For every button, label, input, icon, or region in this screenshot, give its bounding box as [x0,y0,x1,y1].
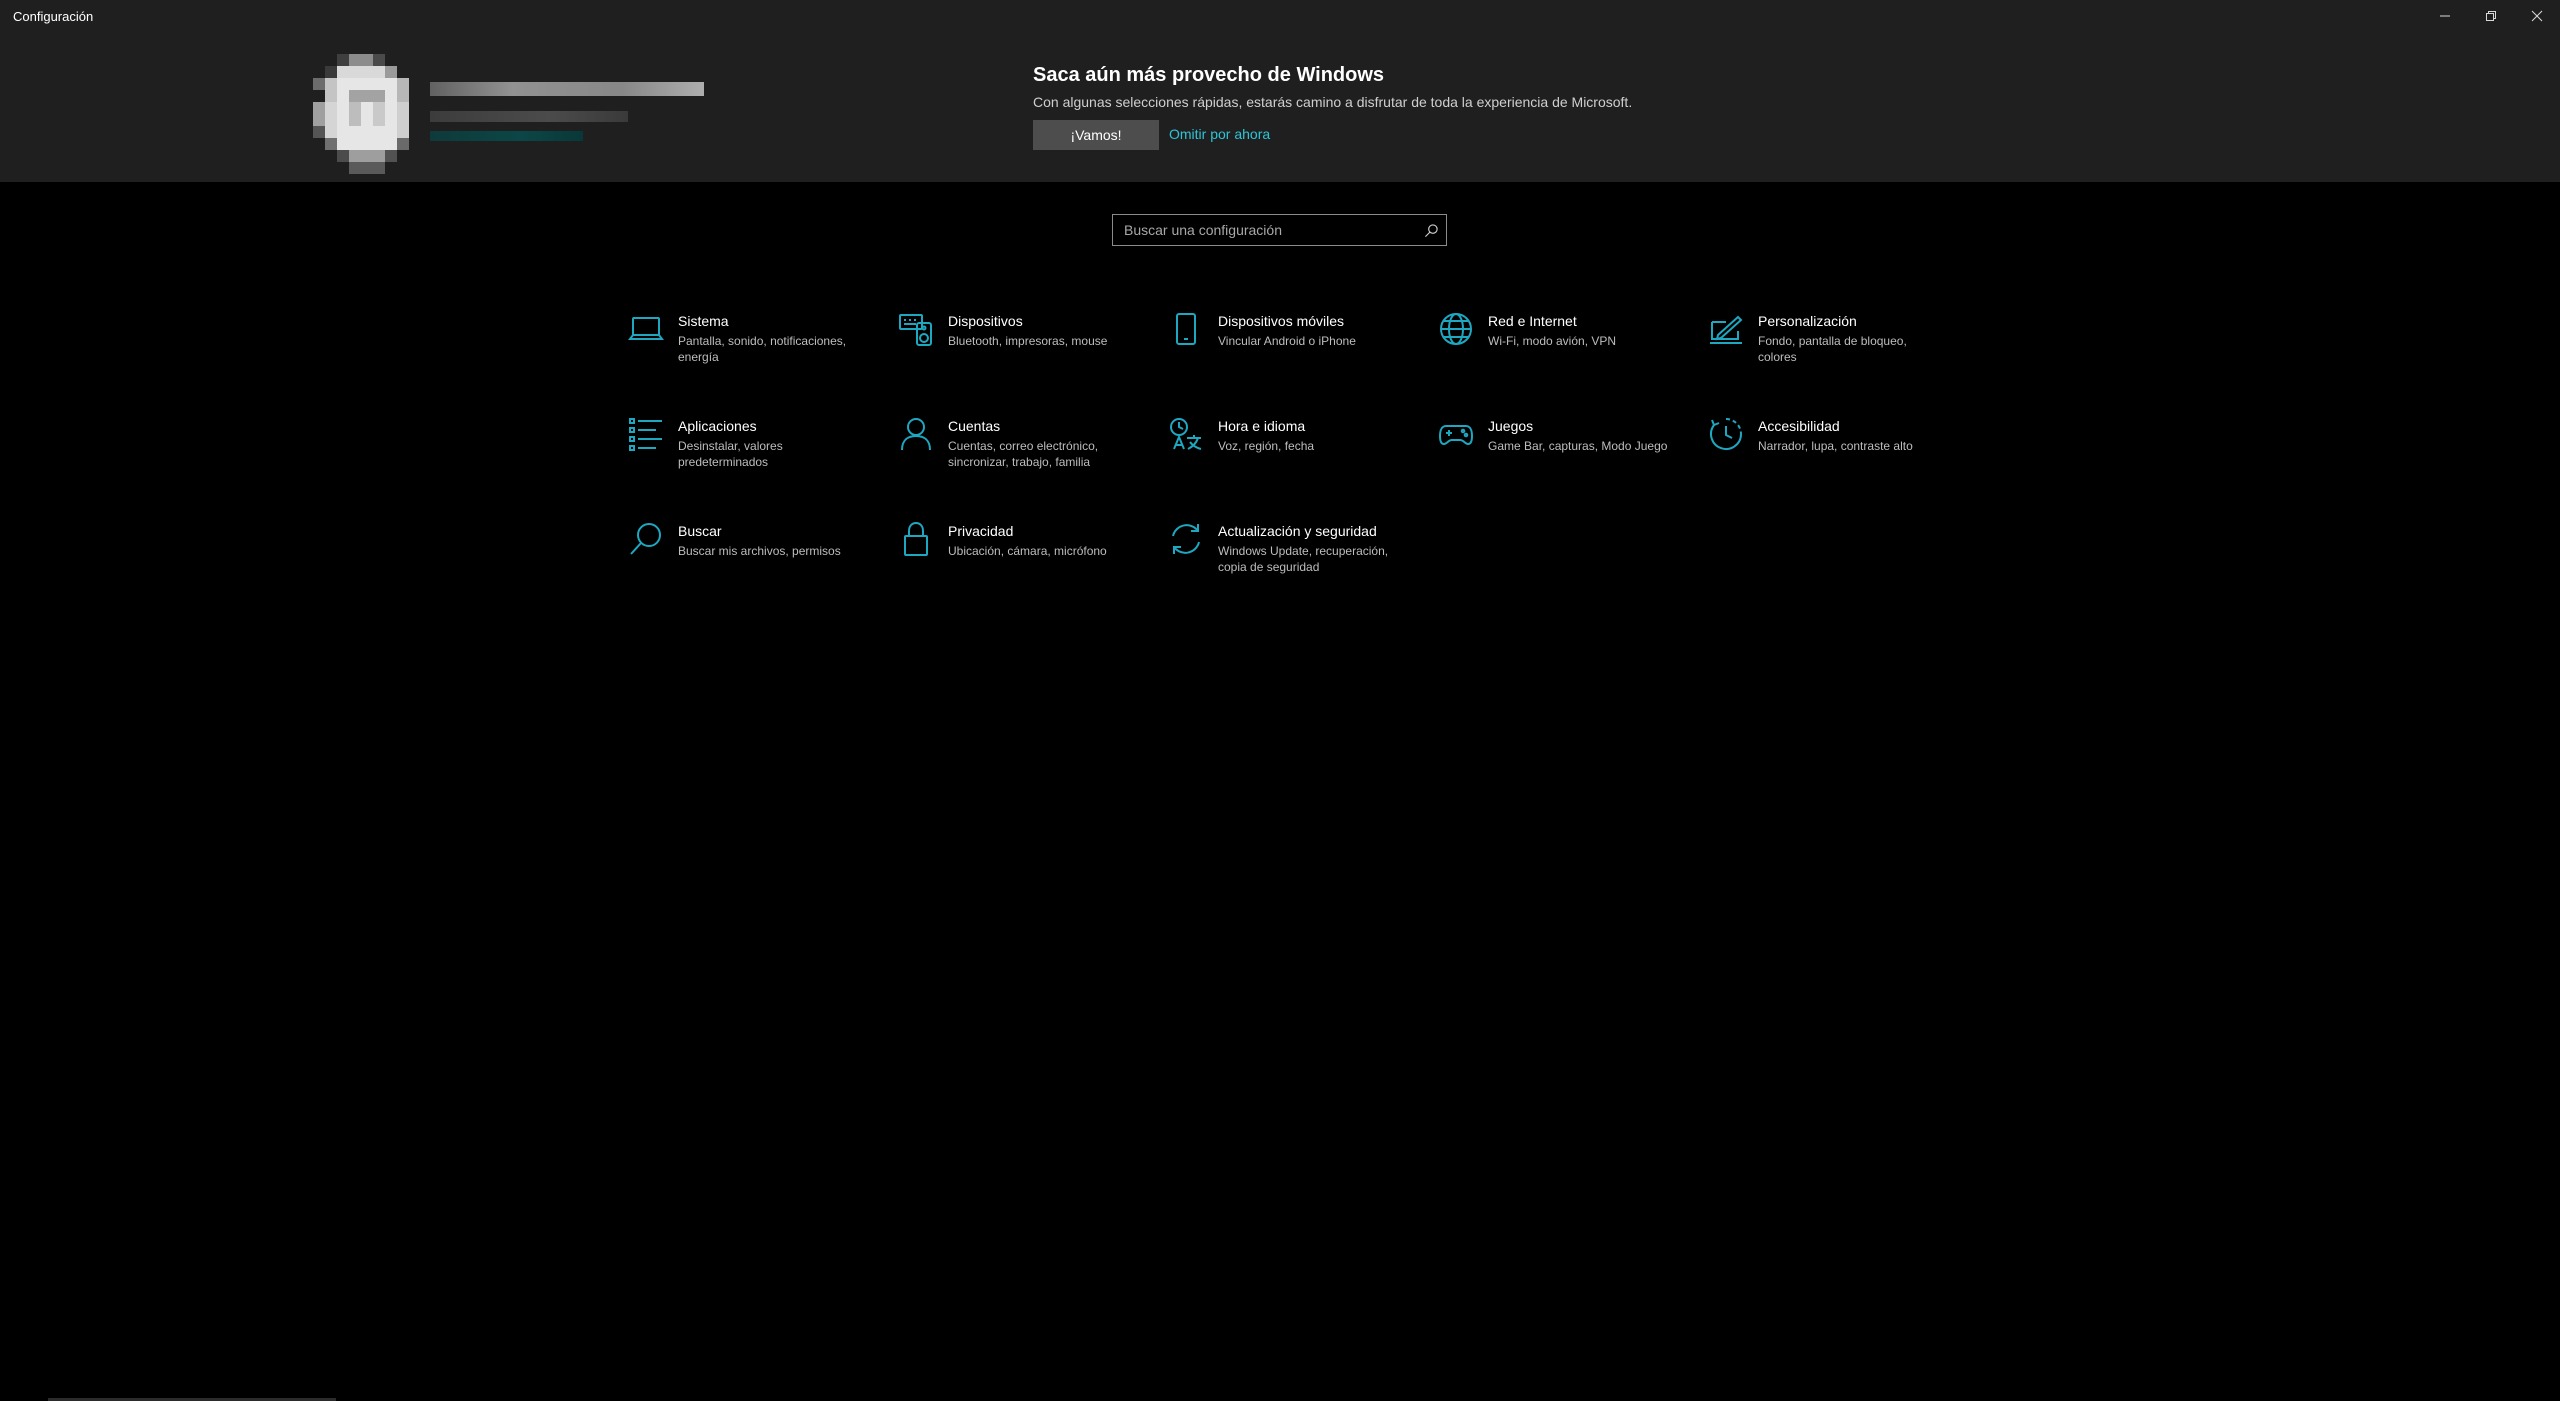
sync-icon [1168,521,1204,557]
category-description: Wi-Fi, modo avión, VPN [1488,334,1617,348]
account-link-redacted[interactable] [430,131,583,141]
minimize-button[interactable] [2422,0,2468,32]
category-actualizacion-seguridad[interactable]: Actualización y seguridad Windows Update… [1168,521,1428,611]
category-description: Ubicación, cámara, micrófono [948,544,1107,558]
get-started-button[interactable]: ¡Vamos! [1033,120,1159,150]
category-buscar[interactable]: Buscar Buscar mis archivos, permisos [628,521,888,611]
category-description: Buscar mis archivos, permisos [678,544,841,558]
category-name: Personalización [1758,313,1857,329]
category-name: Juegos [1488,418,1534,434]
accessibility-icon [1708,416,1744,452]
settings-search-box[interactable] [1112,214,1447,246]
category-name: Sistema [678,313,729,329]
laptop-icon [628,311,664,347]
category-name: Hora e idioma [1218,418,1306,434]
category-name: Dispositivos [948,313,1023,329]
category-name: Buscar [678,523,722,539]
category-red-internet[interactable]: Red e Internet Wi-Fi, modo avión, VPN [1438,311,1698,401]
minimize-icon [2440,15,2450,17]
title-bar: Configuración [0,0,2560,34]
category-description: Pantalla, sonido, notificaciones, energí… [678,334,847,364]
search-icon[interactable] [1424,223,1439,238]
account-name-redacted [430,82,704,96]
category-name: Dispositivos móviles [1218,313,1345,329]
phone-icon [1168,311,1204,347]
category-hora-idioma[interactable]: Hora e idioma Voz, región, fecha [1168,416,1428,506]
keyboard-speaker-icon [898,311,934,347]
account-banner: Saca aún más provecho de Windows Con alg… [0,34,2560,182]
category-name: Aplicaciones [678,418,757,434]
category-description: Fondo, pantalla de bloqueo, colores [1758,334,1907,364]
close-button[interactable] [2514,0,2560,32]
globe-icon [1438,311,1474,347]
avatar[interactable] [313,54,433,174]
promo-title: Saca aún más provecho de Windows [1033,64,1385,86]
restore-icon [2486,11,2496,21]
category-name: Cuentas [948,418,1001,434]
gamepad-icon [1438,416,1474,452]
category-juegos[interactable]: Juegos Game Bar, capturas, Modo Juego [1438,416,1698,506]
category-name: Red e Internet [1488,313,1577,329]
category-cuentas[interactable]: Cuentas Cuentas, correo electrónico, sin… [898,416,1158,506]
list-icon [628,416,664,452]
category-dispositivos-moviles[interactable]: Dispositivos móviles Vincular Android o … [1168,311,1428,401]
category-name: Accesibilidad [1758,418,1840,434]
pen-tablet-icon [1708,311,1744,347]
search-input[interactable] [1113,215,1413,245]
category-description: Bluetooth, impresoras, mouse [948,334,1108,348]
category-description: Voz, región, fecha [1218,439,1315,453]
category-description: Cuentas, correo electrónico, sincronizar… [948,439,1099,469]
category-sistema[interactable]: Sistema Pantalla, sonido, notificaciones… [628,311,888,401]
skip-for-now-link[interactable]: Omitir por ahora [1169,126,1270,142]
person-icon [898,416,934,452]
category-name: Actualización y seguridad [1218,523,1377,539]
category-description: Narrador, lupa, contraste alto [1758,439,1913,453]
category-description: Game Bar, capturas, Modo Juego [1488,439,1668,453]
category-personalizacion[interactable]: Personalización Fondo, pantalla de bloqu… [1708,311,1968,401]
window-title: Configuración [13,9,94,24]
search-icon [628,521,664,557]
restore-button[interactable] [2468,0,2514,32]
category-accesibilidad[interactable]: Accesibilidad Narrador, lupa, contraste … [1708,416,1968,506]
category-description: Desinstalar, valores predeterminados [678,439,783,469]
category-privacidad[interactable]: Privacidad Ubicación, cámara, micrófono [898,521,1158,611]
category-name: Privacidad [948,523,1014,539]
category-description: Windows Update, recuperación, copia de s… [1218,544,1389,574]
close-icon [2531,10,2543,22]
clock-language-icon [1168,416,1204,452]
account-email-redacted [430,111,628,122]
category-aplicaciones[interactable]: Aplicaciones Desinstalar, valores predet… [628,416,888,506]
category-dispositivos[interactable]: Dispositivos Bluetooth, impresoras, mous… [898,311,1158,401]
lock-icon [898,521,934,557]
category-description: Vincular Android o iPhone [1218,334,1356,348]
promo-description: Con algunas selecciones rápidas, estarás… [1033,94,1633,110]
